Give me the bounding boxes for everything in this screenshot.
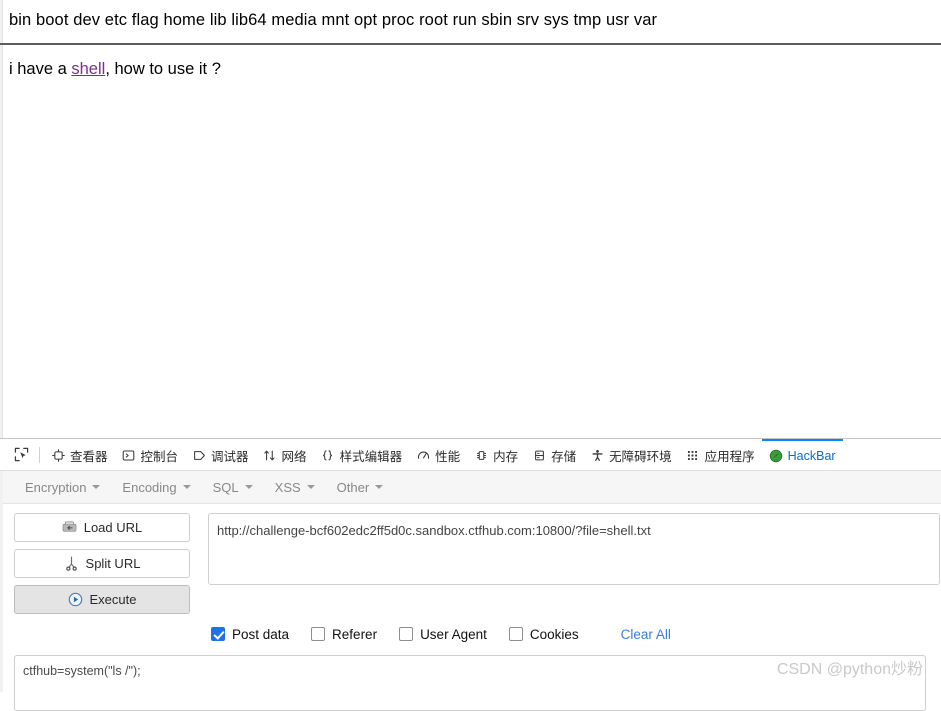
shell-text-before: i have a	[9, 59, 72, 78]
hackbar-url-field-wrap	[190, 513, 941, 590]
application-icon	[686, 449, 700, 463]
devtools-tab-performance[interactable]: 性能	[409, 439, 467, 470]
devtools-tab-label: 查看器	[70, 450, 108, 464]
performance-icon	[416, 449, 430, 463]
hackbar-options-row: Post data Referer User Agent Cookies Cle…	[0, 623, 941, 645]
button-label: Load URL	[83, 520, 143, 535]
inspector-icon	[51, 449, 65, 463]
checkbox-box[interactable]	[399, 627, 414, 641]
play-icon	[68, 592, 83, 607]
directory-listing-text: bin boot dev etc flag home lib lib64 med…	[9, 11, 658, 29]
hackbar-postdata-row	[0, 645, 941, 711]
checkbox-user-agent[interactable]: User Agent	[399, 627, 487, 642]
console-icon	[122, 449, 136, 463]
debugger-icon	[192, 449, 206, 463]
devtools-tab-bar: 查看器 控制台 调试器 网络 样式编辑器 性能 内存 存储 无障碍环境 应用程序…	[0, 439, 941, 471]
chevron-down-icon	[92, 485, 101, 489]
checkbox-box[interactable]	[508, 627, 523, 641]
menu-label: Other	[336, 479, 370, 495]
style-editor-icon	[321, 449, 335, 463]
menu-label: SQL	[212, 479, 239, 495]
devtools-tab-label: 控制台	[140, 450, 179, 464]
chevron-down-icon	[375, 485, 384, 489]
execute-button[interactable]: Execute	[14, 585, 190, 614]
devtools-tab-label: 存储	[551, 450, 577, 464]
devtools-tab-label: 应用程序	[704, 450, 755, 464]
menu-xss[interactable]: XSS	[266, 476, 324, 499]
menu-other[interactable]: Other	[328, 476, 393, 499]
devtools-tab-debugger[interactable]: 调试器	[185, 439, 256, 470]
devtools-tab-label: 性能	[435, 450, 461, 464]
accessibility-icon	[590, 449, 604, 463]
devtools-tab-inspector[interactable]: 查看器	[44, 439, 115, 470]
hackbar-body: Load URL Split URL Execute http://challe…	[0, 504, 941, 711]
shell-prompt-line: i have a shell, how to use it ?	[9, 45, 941, 80]
checkbox-label: User Agent	[420, 626, 487, 642]
checkbox-label: Cookies	[529, 626, 579, 642]
checkbox-referer[interactable]: Referer	[311, 627, 377, 642]
memory-icon	[474, 449, 488, 463]
chevron-down-icon	[306, 485, 315, 489]
url-input[interactable]	[208, 513, 940, 585]
menu-encryption[interactable]: Encryption	[16, 476, 109, 499]
load-url-button[interactable]: Load URL	[14, 513, 190, 542]
checkbox-post-data[interactable]: Post data	[211, 627, 289, 642]
button-label: Execute	[89, 592, 137, 607]
hackbar-panel: Encryption Encoding SQL XSS Other Load U…	[0, 471, 941, 711]
devtools-tab-label: 网络	[281, 450, 307, 464]
devtools-tab-label: 无障碍环境	[609, 450, 672, 464]
menu-sql[interactable]: SQL	[204, 476, 262, 499]
scissors-icon	[64, 556, 79, 571]
menu-label: XSS	[274, 479, 301, 495]
devtools-tab-label: 内存	[493, 450, 519, 464]
shell-link[interactable]: shell	[71, 60, 105, 78]
button-label: Split URL	[85, 556, 141, 571]
chevron-down-icon	[244, 485, 253, 489]
page-body: bin boot dev etc flag home lib lib64 med…	[0, 0, 941, 80]
hackbar-menu-bar: Encryption Encoding SQL XSS Other	[0, 471, 941, 504]
devtools-tab-console[interactable]: 控制台	[115, 439, 186, 470]
element-picker-icon[interactable]	[8, 443, 34, 467]
menu-encoding[interactable]: Encoding	[113, 476, 199, 499]
devtools-tab-network[interactable]: 网络	[256, 439, 314, 470]
devtools-tab-label: 样式编辑器	[339, 450, 403, 464]
toolbar-divider	[39, 446, 40, 463]
hackbar-icon	[769, 449, 783, 463]
hackbar-url-row: Load URL Split URL Execute http://challe…	[0, 513, 941, 614]
page-left-gutter	[0, 0, 3, 438]
chevron-down-icon	[182, 485, 191, 489]
checkbox-cookies[interactable]: Cookies	[508, 626, 579, 642]
devtools-tab-memory[interactable]: 内存	[467, 439, 525, 470]
devtools-panel: 查看器 控制台 调试器 网络 样式编辑器 性能 内存 存储 无障碍环境 应用程序…	[0, 438, 941, 711]
devtools-tab-label: HackBar	[787, 448, 836, 463]
menu-label: Encryption	[25, 479, 87, 495]
browser-page-content: bin boot dev etc flag home lib lib64 med…	[0, 0, 941, 438]
devtools-tab-application[interactable]: 应用程序	[679, 439, 762, 470]
hackbar-action-buttons: Load URL Split URL Execute	[14, 513, 190, 614]
post-data-input[interactable]	[14, 655, 926, 711]
devtools-tab-accessibility[interactable]: 无障碍环境	[583, 439, 679, 470]
devtools-tab-storage[interactable]: 存储	[525, 439, 583, 470]
menu-label: Encoding	[122, 479, 177, 495]
storage-icon	[532, 449, 546, 463]
load-url-icon	[62, 520, 77, 535]
shell-text-after: , how to use it ?	[105, 59, 221, 78]
clear-all-link[interactable]: Clear All	[621, 627, 671, 642]
checkbox-label: Post data	[232, 626, 290, 642]
checkbox-label: Referer	[332, 626, 378, 642]
devtools-tab-label: 调试器	[211, 450, 249, 464]
devtools-tab-style-editor[interactable]: 样式编辑器	[314, 439, 410, 470]
devtools-tab-hackbar[interactable]: HackBar	[761, 439, 843, 470]
split-url-button[interactable]: Split URL	[14, 549, 190, 578]
checkbox-box[interactable]	[311, 627, 326, 641]
checkbox-box[interactable]	[211, 627, 225, 641]
network-icon	[263, 449, 277, 463]
